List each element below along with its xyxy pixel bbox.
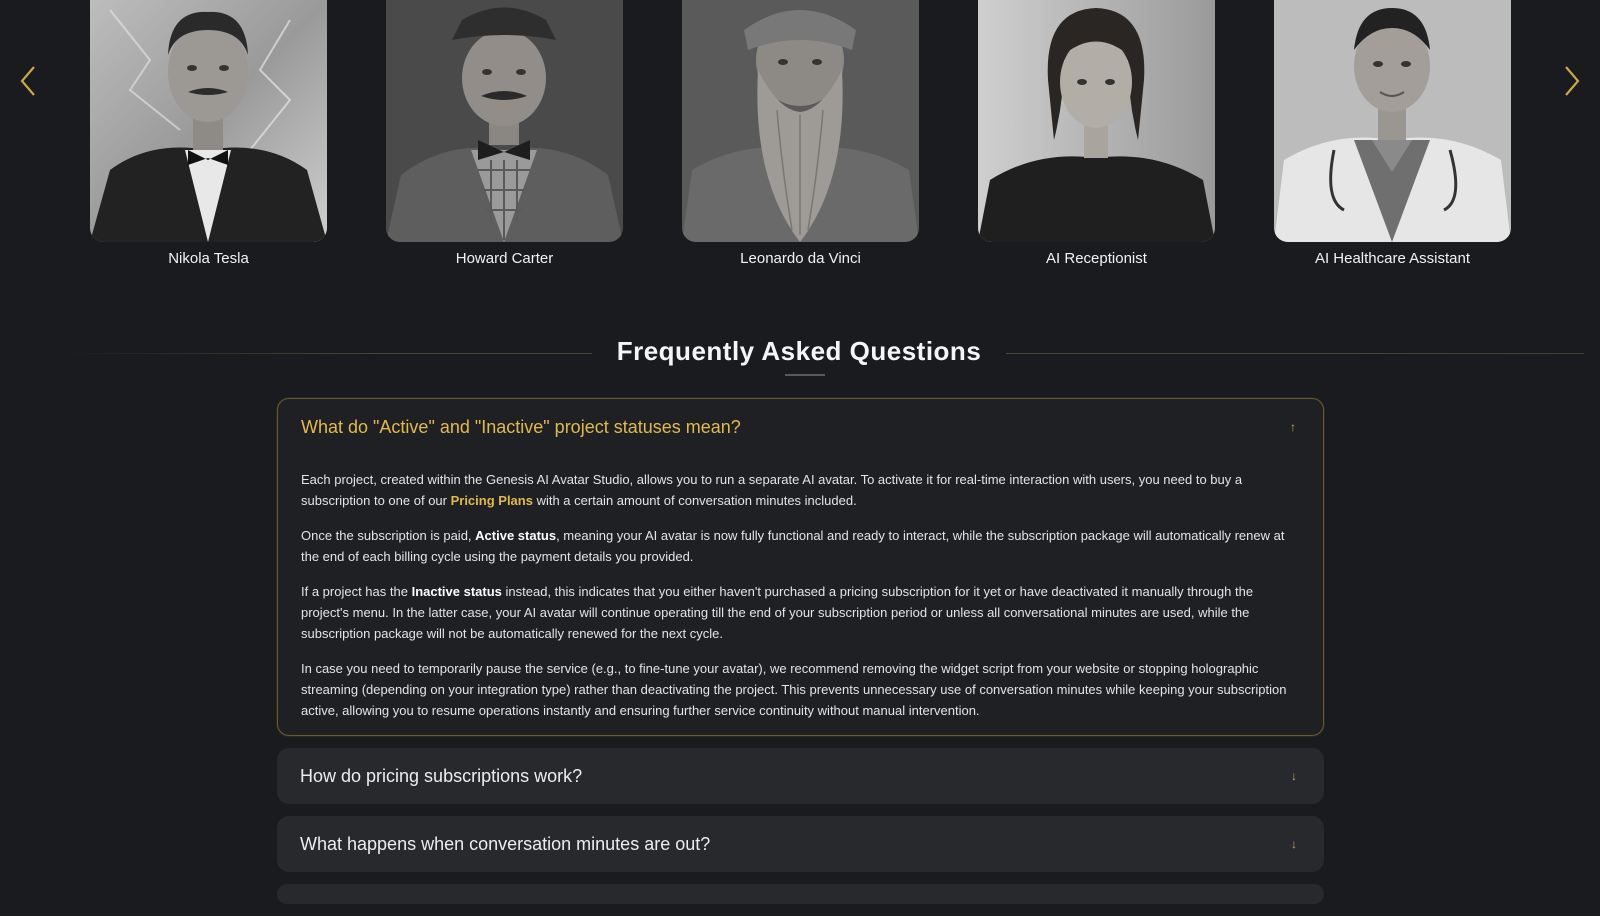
avatar-name: AI Healthcare Assistant xyxy=(1314,250,1471,267)
arrow-down-icon: ↓ xyxy=(1291,837,1297,851)
carousel-prev-button[interactable] xyxy=(12,62,46,100)
faq-list: What do "Active" and "Inactive" project … xyxy=(277,398,1324,916)
chevron-right-icon xyxy=(1565,66,1580,96)
faq-question-toggle[interactable]: What do "Active" and "Inactive" project … xyxy=(278,399,1323,455)
faq-question-toggle[interactable]: What happens when conversation minutes a… xyxy=(277,816,1324,872)
faq-question: How do pricing subscriptions work? xyxy=(300,765,583,786)
faq-header: Frequently Asked Questions xyxy=(60,330,1585,380)
faq-question: What do "Active" and "Inactive" project … xyxy=(301,416,741,437)
divider-line xyxy=(1006,353,1584,354)
pricing-plans-link[interactable]: Pricing Plans xyxy=(451,493,533,508)
avatar-name: AI Receptionist xyxy=(1046,250,1147,267)
answer-paragraph: If a project has the Inactive status ins… xyxy=(301,581,1300,644)
faq-question-toggle[interactable]: How do pricing subscriptions work? ↓ xyxy=(277,748,1324,804)
avatar-card-ai-receptionist[interactable]: AI Receptionist xyxy=(978,0,1215,267)
avatar-portrait xyxy=(682,0,919,242)
avatar-name: Leonardo da Vinci xyxy=(740,250,861,267)
inactive-status-term: Inactive status xyxy=(411,584,502,599)
avatar-portrait xyxy=(386,0,623,242)
answer-paragraph: Each project, created within the Genesis… xyxy=(301,469,1300,511)
carousel-next-button[interactable] xyxy=(1554,62,1588,100)
faq-item-pricing: How do pricing subscriptions work? ↓ xyxy=(277,748,1324,804)
divider-line xyxy=(60,353,592,354)
faq-item-partial[interactable] xyxy=(277,884,1324,904)
avatar-card-leonardo-da-vinci[interactable]: Leonardo da Vinci xyxy=(682,0,919,267)
title-underline xyxy=(785,374,825,376)
avatar-card-howard-carter[interactable]: Howard Carter xyxy=(386,0,623,267)
avatar-name: Howard Carter xyxy=(455,250,554,267)
text: with a certain amount of conversation mi… xyxy=(532,493,857,508)
avatar-portrait xyxy=(978,0,1215,242)
faq-item-minutes-out: What happens when conversation minutes a… xyxy=(277,816,1324,872)
avatar-card-ai-healthcare-assistant[interactable]: AI Healthcare Assistant xyxy=(1274,0,1511,267)
arrow-down-icon: ↓ xyxy=(1291,769,1297,783)
text: If a project has the xyxy=(301,584,412,599)
chevron-left-icon xyxy=(20,66,35,96)
avatar-portrait xyxy=(90,0,327,242)
text: Once the subscription is paid, xyxy=(301,528,476,543)
answer-paragraph: In case you need to temporarily pause th… xyxy=(301,661,1287,718)
avatar-portrait xyxy=(1274,0,1511,242)
arrow-up-icon: ↑ xyxy=(1290,420,1296,434)
avatar-card-nikola-tesla[interactable]: Nikola Tesla xyxy=(90,0,327,267)
faq-item-statuses: What do "Active" and "Inactive" project … xyxy=(277,398,1324,736)
faq-question: What happens when conversation minutes a… xyxy=(300,833,711,854)
answer-paragraph: Once the subscription is paid, Active st… xyxy=(301,525,1300,567)
faq-title: Frequently Asked Questions xyxy=(616,336,982,366)
active-status-term: Active status xyxy=(475,528,557,543)
avatar-carousel: Nikola Tesla Howard Carter Leonardo da V… xyxy=(0,0,1600,280)
avatar-name: Nikola Tesla xyxy=(168,250,249,267)
faq-answer: Each project, created within the Genesis… xyxy=(278,455,1323,735)
